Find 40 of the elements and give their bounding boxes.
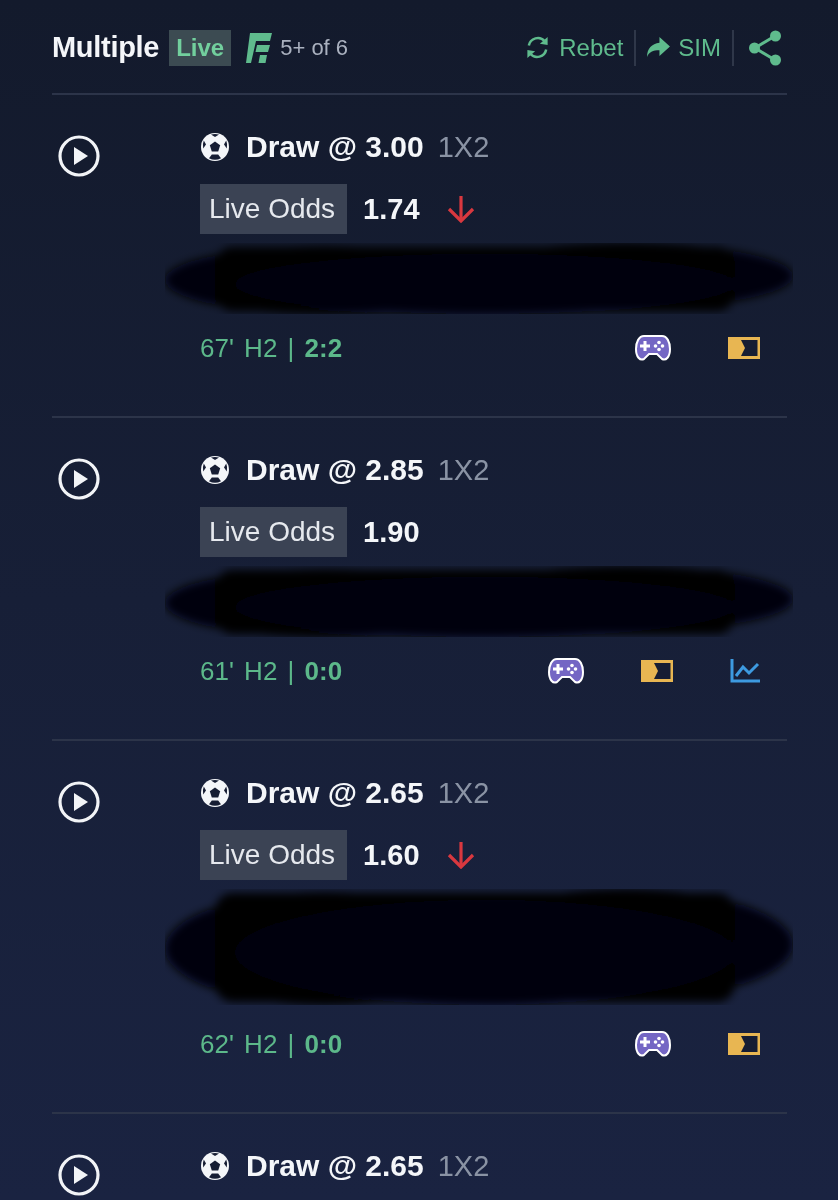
- gamepad-icon[interactable]: [548, 657, 584, 685]
- live-odds-label: Live Odds: [200, 507, 348, 557]
- soccer-ball-icon: [200, 455, 230, 485]
- soccer-ball-icon: [200, 778, 230, 808]
- soccer-ball-icon: [200, 132, 230, 162]
- play-icon[interactable]: [58, 135, 100, 177]
- selection-text: Draw @ 2.65: [246, 1149, 424, 1183]
- odds-value: 1.90: [363, 515, 420, 549]
- forward-arrow-icon: [647, 37, 671, 58]
- play-icon[interactable]: [58, 1154, 100, 1196]
- logo-icon: [246, 32, 273, 63]
- banner-icon[interactable]: [728, 337, 760, 359]
- odds-value: 1.60: [363, 838, 420, 872]
- banner-icon[interactable]: [641, 660, 673, 682]
- market-text: 1X2: [437, 776, 490, 810]
- match-status: 62' H2 | 0:0: [200, 1028, 343, 1060]
- play-icon[interactable]: [58, 781, 100, 823]
- sim-button[interactable]: SIM: [647, 33, 721, 62]
- soccer-ball-icon: [200, 1151, 230, 1181]
- match-status: 67' H2 | 2:2: [200, 332, 343, 364]
- line-chart-icon[interactable]: [730, 659, 760, 683]
- live-badge: Live: [169, 29, 232, 66]
- selection-text: Draw @ 3.00: [246, 130, 424, 164]
- share-icon[interactable]: [748, 29, 782, 66]
- market-text: 1X2: [437, 130, 490, 164]
- live-odds-label: Live Odds: [200, 184, 348, 234]
- live-odds-label: Live Odds: [200, 830, 348, 880]
- rebet-button[interactable]: Rebet: [524, 33, 624, 62]
- gamepad-icon[interactable]: [635, 1030, 671, 1058]
- gamepad-icon[interactable]: [635, 334, 671, 362]
- selection-text: Draw @ 2.65: [246, 776, 424, 810]
- legs-summary: 5+ of 6: [280, 34, 349, 61]
- market-text: 1X2: [437, 1149, 490, 1183]
- banner-icon[interactable]: [728, 1033, 760, 1055]
- match-status: 61' H2 | 0:0: [200, 655, 343, 687]
- market-text: 1X2: [437, 453, 490, 487]
- odds-value: 1.74: [363, 192, 420, 226]
- bet-title: Multiple: [52, 31, 160, 64]
- play-icon[interactable]: [58, 458, 100, 500]
- selection-text: Draw @ 2.85: [246, 453, 424, 487]
